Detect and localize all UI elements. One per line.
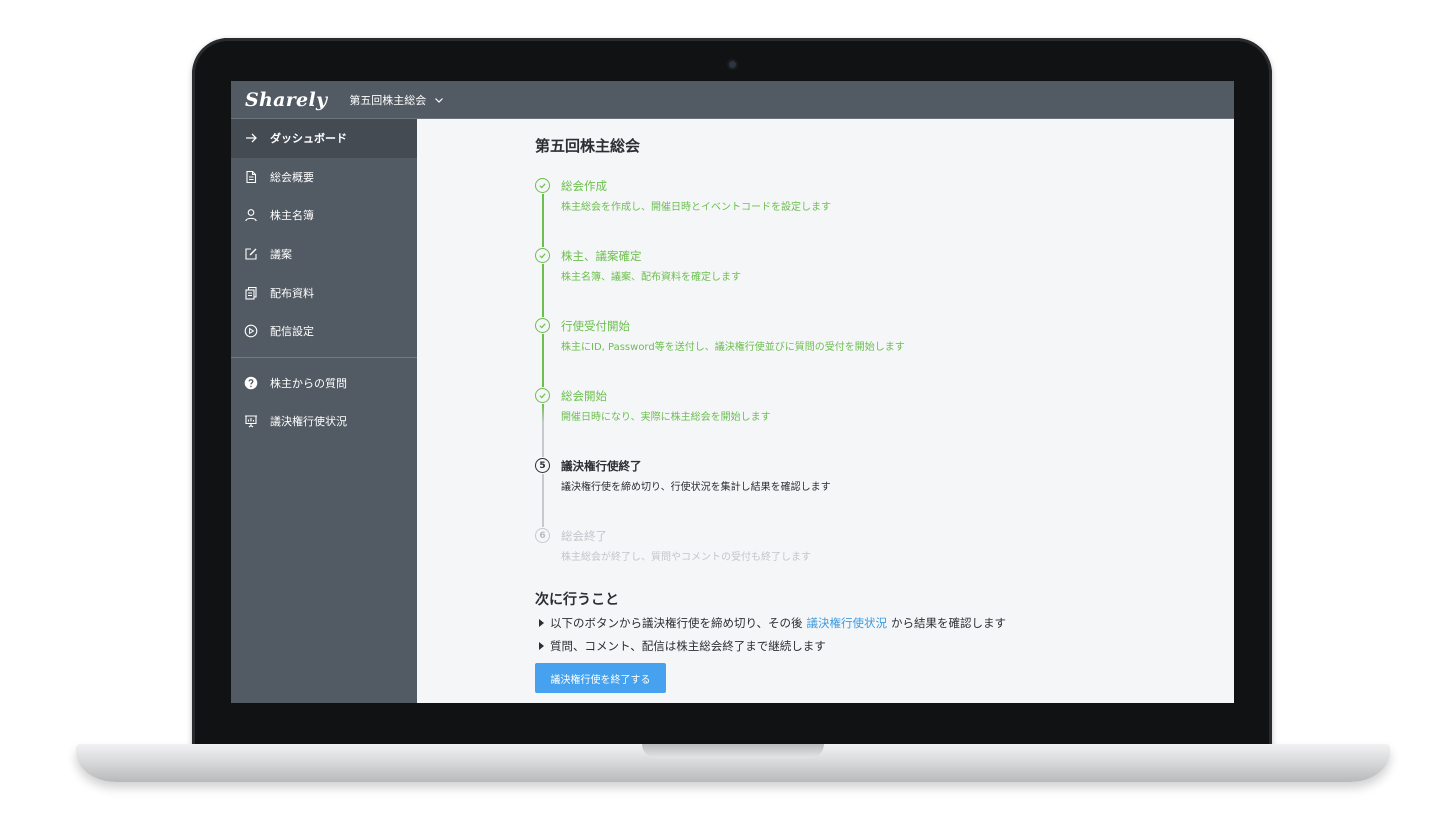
app-logo[interactable]: Sharely [245, 89, 327, 111]
voting-status-link[interactable]: 議決権行使状況 [807, 615, 888, 631]
step-1: 総会作成 株主総会を作成し、開催日時とイベントコードを設定します [535, 177, 1135, 247]
next-action-item: 質問、コメント、配信は株主総会終了まで継続します [539, 638, 826, 654]
check-icon [535, 388, 550, 403]
sidebar-item-label: 配布資料 [270, 286, 314, 300]
sidebar-item-label: ダッシュボード [270, 132, 347, 146]
step-title: 行使受付開始 [561, 319, 630, 333]
edit-icon [244, 247, 258, 261]
step-3: 行使受付開始 株主にID, Password等を送付し、議決権行使並びに質問の受… [535, 317, 1135, 387]
next-action-text: から結果を確認します [891, 616, 1007, 630]
step-number: 6 [535, 528, 550, 543]
sidebar-item-label: 総会概要 [270, 170, 314, 184]
sidebar-item-label: 株主からの質問 [270, 376, 347, 390]
step-connector [542, 404, 544, 457]
step-connector [542, 194, 544, 247]
step-description: 株主名簿、議案、配布資料を確定します [561, 272, 741, 283]
copy-icon [244, 286, 258, 300]
sidebar-item-materials[interactable]: 配布資料 [231, 273, 417, 312]
step-5: 5 議決権行使終了 議決権行使を締め切り、行使状況を集計し結果を確認します [535, 457, 1135, 527]
caret-right-icon [539, 619, 544, 627]
question-circle-icon [244, 376, 258, 390]
next-action-text: 以下のボタンから議決権行使を締め切り、その後 [550, 616, 803, 630]
chevron-down-icon [435, 97, 444, 103]
check-icon [535, 318, 550, 333]
page-title: 第五回株主総会 [535, 137, 641, 155]
step-2: 株主、議案確定 株主名簿、議案、配布資料を確定します [535, 247, 1135, 317]
step-title: 株主、議案確定 [561, 249, 642, 263]
meeting-selector-label: 第五回株主総会 [349, 93, 427, 107]
step-title: 議決権行使終了 [561, 459, 642, 473]
step-title: 総会作成 [561, 179, 607, 193]
sidebar-divider [231, 356, 417, 358]
step-description: 開催日時になり、実際に株主総会を開始します [561, 412, 771, 423]
sidebar-item-overview[interactable]: 総会概要 [231, 158, 417, 197]
step-number: 5 [535, 458, 550, 473]
sidebar-item-proposals[interactable]: 議案 [231, 235, 417, 274]
app-screen: Sharely 第五回株主総会 ダッシュボード 総会概要 株主名簿 議案 配布資… [231, 81, 1234, 703]
step-6: 6 総会終了 株主総会が終了し、質問やコメントの受付も終了します [535, 527, 1135, 597]
end-voting-button[interactable]: 議決権行使を終了する [535, 663, 666, 693]
step-description: 議決権行使を締め切り、行使状況を集計し結果を確認します [561, 482, 831, 493]
sidebar-item-streaming[interactable]: 配信設定 [231, 312, 417, 351]
next-actions-title: 次に行うこと [535, 592, 619, 608]
step-title: 総会終了 [561, 529, 607, 543]
next-action-text: 質問、コメント、配信は株主総会終了まで継続します [550, 639, 826, 653]
camera-icon [729, 61, 736, 68]
caret-right-icon [539, 642, 544, 650]
step-connector [542, 264, 544, 317]
presentation-icon [244, 414, 258, 428]
sidebar-item-label: 議案 [270, 248, 292, 262]
step-description: 株主総会が終了し、質問やコメントの受付も終了します [561, 552, 811, 563]
sidebar-item-questions[interactable]: 株主からの質問 [231, 364, 417, 403]
progress-steps: 総会作成 株主総会を作成し、開催日時とイベントコードを設定します 株主、議案確定… [535, 177, 1135, 597]
user-icon [244, 208, 258, 222]
step-title: 総会開始 [561, 389, 607, 403]
step-connector [542, 474, 544, 527]
arrow-right-icon [244, 131, 258, 145]
check-icon [535, 178, 550, 193]
play-circle-icon [244, 324, 258, 338]
step-description: 株主総会を作成し、開催日時とイベントコードを設定します [561, 202, 831, 213]
step-description: 株主にID, Password等を送付し、議決権行使並びに質問の受付を開始します [561, 342, 905, 353]
top-bar: Sharely 第五回株主総会 [231, 81, 1234, 119]
step-4: 総会開始 開催日時になり、実際に株主総会を開始します [535, 387, 1135, 457]
next-action-item: 以下のボタンから議決権行使を締め切り、その後 議決権行使状況 から結果を確認しま… [539, 615, 1006, 631]
check-icon [535, 248, 550, 263]
sidebar-item-label: 配信設定 [270, 325, 314, 339]
sidebar-item-voting-status[interactable]: 議決権行使状況 [231, 402, 417, 441]
sidebar: ダッシュボード 総会概要 株主名簿 議案 配布資料 配信設定 株主からの質問 議… [231, 119, 417, 703]
sidebar-item-label: 議決権行使状況 [270, 415, 347, 429]
laptop-notch [642, 744, 824, 758]
sidebar-item-label: 株主名簿 [270, 209, 314, 223]
step-connector [542, 334, 544, 387]
sidebar-item-shareholders[interactable]: 株主名簿 [231, 196, 417, 235]
meeting-selector[interactable]: 第五回株主総会 [349, 92, 444, 108]
document-icon [244, 170, 258, 184]
sidebar-item-dashboard[interactable]: ダッシュボード [231, 119, 417, 158]
